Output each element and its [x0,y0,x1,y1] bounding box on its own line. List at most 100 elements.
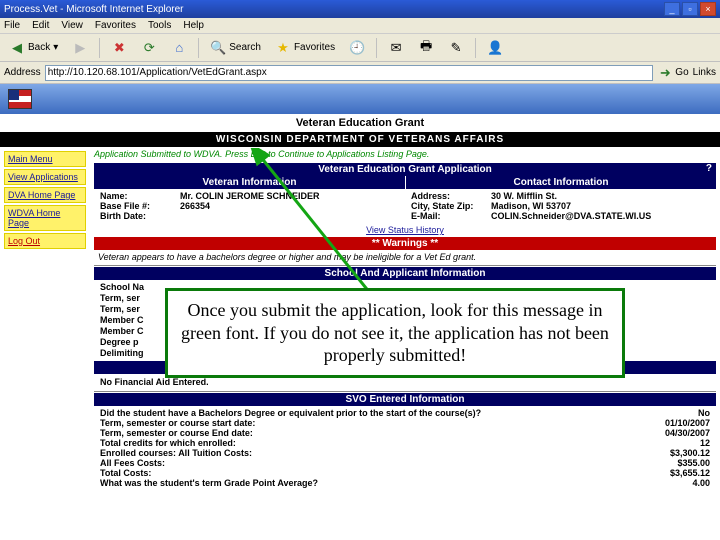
svo-value: 01/10/2007 [650,418,710,428]
svo-value: 12 [650,438,710,448]
toolbar-separator [99,38,100,58]
warning-text: Veteran appears to have a bachelors degr… [94,250,716,264]
menu-tools[interactable]: Tools [148,20,171,31]
svo-value: $3,655.12 [650,468,710,478]
svo-value: 4.00 [650,478,710,488]
messenger-button[interactable]: 👤 [482,37,508,59]
refresh-icon: ⟳ [141,40,157,56]
home-button[interactable]: ⌂ [166,37,192,59]
go-icon: ➜ [657,65,673,81]
mail-button[interactable]: ✉ [383,37,409,59]
back-icon: ◀ [9,40,25,56]
section-header-application: Veteran Education Grant Application ? [94,163,716,176]
menu-favorites[interactable]: Favorites [95,20,136,31]
favorites-button[interactable]: ★Favorites [270,37,340,59]
section-header-warnings: ** Warnings ** [94,237,716,250]
back-button[interactable]: ◀ Back ▾ [4,37,63,59]
menu-help[interactable]: Help [183,20,204,31]
svo-label: Term, semester or course start date: [100,418,650,428]
svo-label: Total credits for which enrolled: [100,438,650,448]
email-label: E-Mail: [411,211,491,221]
edit-button[interactable]: ✎ [443,37,469,59]
search-icon: 🔍 [210,40,226,56]
annotation-callout: Once you submit the application, look fo… [165,288,625,378]
history-button[interactable]: 🕘 [344,37,370,59]
veteran-info-block: Name:Mr. COLIN JEROME SCHNEIDER Base Fil… [94,189,405,223]
svo-row: Did the student have a Bachelors Degree … [100,408,710,418]
star-icon: ★ [275,40,291,56]
file-value: 266354 [180,201,210,211]
svo-row: Enrolled courses: All Tuition Costs:$3,3… [100,448,710,458]
toolbar-separator [376,38,377,58]
minimize-button[interactable]: _ [664,2,680,16]
stop-icon: ✖ [111,40,127,56]
history-icon: 🕘 [349,40,365,56]
print-button[interactable]: 🖶 [413,37,439,59]
svo-value: $3,300.12 [650,448,710,458]
mail-icon: ✉ [388,40,404,56]
department-bar: WISCONSIN DEPARTMENT OF VETERANS AFFAIRS [0,132,720,147]
home-icon: ⌂ [171,40,187,56]
sidebar-item-wdva-home[interactable]: WDVA Home Page [4,205,86,231]
links-label[interactable]: Links [693,67,716,78]
menu-edit[interactable]: Edit [32,20,49,31]
menu-view[interactable]: View [61,20,83,31]
forward-button[interactable]: ▶ [67,37,93,59]
address-label: Address [4,67,41,78]
sidebar-item-log-out[interactable]: Log Out [4,233,86,249]
go-button[interactable]: ➜Go [657,65,688,81]
address-label-field: Address: [411,191,491,201]
svo-grid: Did the student have a Bachelors Degree … [94,406,716,490]
svo-row: Term, semester or course start date:01/1… [100,418,710,428]
menu-bar: File Edit View Favorites Tools Help [0,18,720,34]
stop-button[interactable]: ✖ [106,37,132,59]
sidebar-item-dva-home[interactable]: DVA Home Page [4,187,86,203]
divider [94,265,716,266]
forward-icon: ▶ [72,40,88,56]
toolbar-separator [475,38,476,58]
help-icon[interactable]: ? [706,163,712,174]
address-bar: Address ➜Go Links [0,62,720,84]
search-label: Search [229,42,261,53]
flash-message: Application Submitted to WDVA. Press Exi… [94,147,716,163]
svo-value: $355.00 [650,458,710,468]
page-header-banner [0,84,720,114]
refresh-button[interactable]: ⟳ [136,37,162,59]
toolbar-separator [198,38,199,58]
view-status-history-link[interactable]: View Status History [94,223,716,237]
name-label: Name: [100,191,180,201]
contact-info-block: Address:30 W. Mifflin St. City, State Zi… [405,189,716,223]
section-header-contact-info: Contact Information [405,176,716,189]
sidebar-item-view-applications[interactable]: View Applications [4,169,86,185]
section-header-application-label: Veteran Education Grant Application [318,164,492,175]
window-title: Process.Vet - Microsoft Internet Explore… [4,4,664,15]
name-value: Mr. COLIN JEROME SCHNEIDER [180,191,320,201]
svo-label: Term, semester or course End date: [100,428,650,438]
go-label: Go [675,67,688,78]
address-input[interactable] [45,65,654,81]
search-button[interactable]: 🔍Search [205,37,266,59]
svo-label: Total Costs: [100,468,650,478]
svo-row: Total credits for which enrolled:12 [100,438,710,448]
svo-row: What was the student's term Grade Point … [100,478,710,488]
maximize-button[interactable]: ▫ [682,2,698,16]
print-icon: 🖶 [418,40,434,56]
close-button[interactable]: × [700,2,716,16]
back-label: Back [28,42,50,53]
svo-row: Total Costs:$3,655.12 [100,468,710,478]
page-title: Veteran Education Grant [0,114,720,132]
sidebar-item-main-menu[interactable]: Main Menu [4,151,86,167]
divider [94,391,716,392]
file-label: Base File #: [100,201,180,211]
sidebar: Main Menu View Applications DVA Home Pag… [0,147,90,494]
city-label: City, State Zip: [411,201,491,211]
menu-file[interactable]: File [4,20,20,31]
dropdown-icon: ▾ [53,42,58,53]
svo-row: All Fees Costs:$355.00 [100,458,710,468]
email-value: COLIN.Schneider@DVA.STATE.WI.US [491,211,651,221]
messenger-icon: 👤 [487,40,503,56]
section-header-svo: SVO Entered Information [94,393,716,406]
svo-value: No [650,408,710,418]
city-value: Madison, WI 53707 [491,201,571,211]
address-value: 30 W. Mifflin St. [491,191,557,201]
